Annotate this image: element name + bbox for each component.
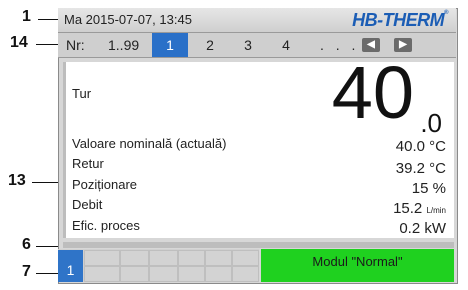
- process-efficiency-value: 0.2 kW: [399, 220, 446, 237]
- grid-cell: [178, 266, 205, 282]
- callout-14: 14: [10, 34, 28, 51]
- grid-cell: [84, 266, 120, 282]
- leader-1: [38, 19, 60, 20]
- leader-7: [36, 273, 60, 274]
- grid-cell: [120, 266, 149, 282]
- status-grid: [58, 249, 259, 282]
- separator-bar: [63, 242, 454, 248]
- unit-number-indicator[interactable]: 1: [58, 250, 83, 282]
- grid-cell: [232, 266, 259, 282]
- grid-cell: [205, 250, 232, 266]
- date-time: Ma 2015-07-07, 13:45: [64, 12, 192, 27]
- brand-logo: HB-THERM®: [352, 10, 448, 30]
- callout-7: 7: [22, 263, 31, 280]
- grid-cell: [84, 250, 120, 266]
- grid-cell: [120, 250, 149, 266]
- grid-cell: [149, 266, 178, 282]
- positioning-value: 15 %: [411, 180, 446, 197]
- positioning-label: Poziționare: [72, 177, 138, 192]
- grid-cell: [178, 250, 205, 266]
- tab-unit-4[interactable]: 4: [268, 33, 304, 57]
- flow-temperature-value: 40: [331, 51, 414, 134]
- tur-label: Tur: [72, 86, 92, 101]
- flow-unit: L/min: [426, 206, 446, 215]
- setpoint-value: 40.0 °C: [395, 138, 446, 155]
- nr-label: Nr:: [66, 37, 85, 53]
- setpoint-label: Valoare nominală (actuală): [72, 136, 227, 151]
- mode-status-box[interactable]: Modul "Normal": [261, 249, 454, 282]
- leader-14: [36, 44, 58, 45]
- return-value: 39.2 °C: [395, 160, 446, 177]
- tab-unit-2[interactable]: 2: [192, 33, 228, 57]
- process-efficiency-label: Efic. proces: [72, 218, 140, 233]
- callout-1: 1: [22, 8, 31, 25]
- grid-cell: [149, 250, 178, 266]
- flow-label: Debit: [72, 197, 103, 212]
- header-bar: Ma 2015-07-07, 13:45 HB-THERM®: [58, 8, 456, 33]
- flow-temperature-decimal: .0: [420, 108, 442, 138]
- skip-forward-icon[interactable]: ▶: [394, 38, 412, 52]
- main-values-panel: Tur 40 .0 Valoare nominală (actuală) 40.…: [63, 56, 454, 238]
- tab-unit-3[interactable]: 3: [230, 33, 266, 57]
- grid-cell: [205, 266, 232, 282]
- callout-13: 13: [8, 172, 26, 189]
- skip-back-icon[interactable]: ◀: [362, 38, 380, 52]
- grid-cell: [232, 250, 259, 266]
- nr-range[interactable]: 1..99: [108, 37, 139, 53]
- return-label: Retur: [72, 156, 104, 171]
- flow-value: 15.2 L/min: [393, 200, 446, 217]
- tab-unit-1[interactable]: 1: [152, 33, 188, 57]
- callout-6: 6: [22, 236, 31, 253]
